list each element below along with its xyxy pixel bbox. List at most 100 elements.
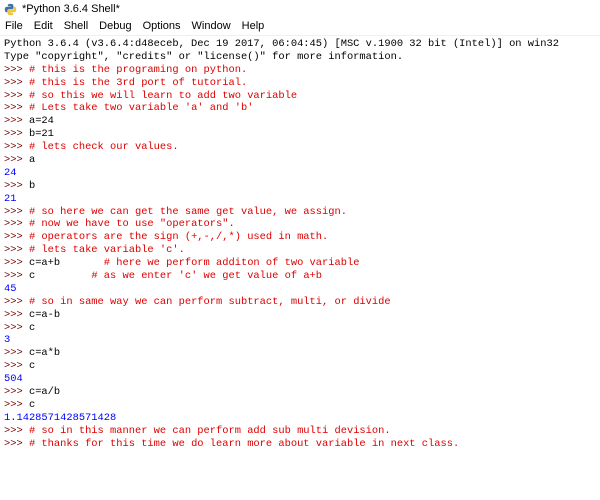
code: a=24 — [28, 115, 54, 128]
output-line: 504 — [4, 373, 600, 386]
input-line: >>> c=a*b — [4, 347, 600, 360]
output-line: 3 — [4, 334, 600, 347]
output-value: 45 — [4, 282, 17, 295]
menu-edit[interactable]: Edit — [29, 18, 59, 35]
output-value: 3 — [4, 334, 11, 347]
input-line: >>> # thanks for this time we do learn m… — [4, 438, 600, 451]
comment: # this is the 3rd port of tutorial. — [28, 76, 248, 89]
input-line: >>> c=a+b # here we perform additon of t… — [4, 257, 600, 270]
input-line: >>> b=21 — [4, 128, 600, 141]
input-line: >>> c — [4, 322, 600, 335]
input-line: >>> # operators are the sign (+,-,/,*) u… — [4, 231, 600, 244]
code: c — [28, 321, 36, 334]
comment: # lets check our values. — [28, 141, 179, 154]
prompt: >>> — [4, 115, 29, 128]
input-line: >>> a=24 — [4, 115, 600, 128]
menu-file[interactable]: File — [0, 18, 29, 35]
input-line: >>> # lets take variable 'c'. — [4, 244, 600, 257]
input-line: >>> # now we have to use "operators". — [4, 218, 600, 231]
prompt: >>> — [4, 347, 29, 360]
banner-text: Type "copyright", "credits" or "license(… — [4, 50, 404, 63]
menu-debug[interactable]: Debug — [94, 18, 137, 35]
comment: # thanks for this time we do learn more … — [28, 437, 460, 450]
code: c — [28, 398, 36, 411]
prompt: >>> — [4, 321, 29, 334]
code: c=a*b — [28, 347, 61, 360]
code: c=a-b — [28, 308, 61, 321]
input-line: >>> c — [4, 399, 600, 412]
code: a — [28, 154, 36, 167]
input-line: >>> # so in same way we can perform subt… — [4, 296, 600, 309]
code: c=a+b — [28, 257, 104, 270]
code: c — [28, 360, 36, 373]
input-line: >>> # so this we will learn to add two v… — [4, 90, 600, 103]
output-line: 21 — [4, 193, 600, 206]
input-line: >>> # this is the programing on python. — [4, 64, 600, 77]
comment: # so in same way we can perform subtract… — [28, 295, 391, 308]
menu-help[interactable]: Help — [237, 18, 271, 35]
prompt: >>> — [4, 398, 29, 411]
output-value: 504 — [4, 373, 23, 386]
menu-window[interactable]: Window — [187, 18, 237, 35]
input-line: >>> b — [4, 180, 600, 193]
input-line: >>> # so in this manner we can perform a… — [4, 425, 600, 438]
menu-options[interactable]: Options — [138, 18, 187, 35]
banner-line: Python 3.6.4 (v3.6.4:d48eceb, Dec 19 201… — [4, 38, 600, 51]
comment: # lets take variable 'c'. — [28, 244, 185, 257]
shell-lines: Python 3.6.4 (v3.6.4:d48eceb, Dec 19 201… — [0, 36, 600, 451]
window-title: *Python 3.6.4 Shell* — [22, 3, 120, 15]
prompt: >>> — [4, 154, 29, 167]
output-line: 24 — [4, 167, 600, 180]
banner-line: Type "copyright", "credits" or "license(… — [4, 51, 600, 64]
input-line: >>> c — [4, 360, 600, 373]
input-line: >>> c=a-b — [4, 309, 600, 322]
code: c=a/b — [28, 386, 61, 399]
prompt: >>> — [4, 257, 29, 270]
prompt: >>> — [4, 231, 29, 244]
comment: # as we enter 'c' we get value of a+b — [91, 270, 323, 283]
input-line: >>> c=a/b — [4, 386, 600, 399]
prompt: >>> — [4, 141, 29, 154]
output-value: 1.1428571428571428 — [4, 411, 117, 424]
output-value: 24 — [4, 166, 17, 179]
menu-shell[interactable]: Shell — [59, 18, 94, 35]
prompt: >>> — [4, 295, 29, 308]
title-bar[interactable]: *Python 3.6.4 Shell* — [0, 0, 600, 18]
code: b=21 — [28, 128, 54, 141]
code: b — [28, 179, 36, 192]
prompt: >>> — [4, 179, 29, 192]
prompt: >>> — [4, 89, 29, 102]
prompt: >>> — [4, 360, 29, 373]
input-line: >>> c # as we enter 'c' we get value of … — [4, 270, 600, 283]
comment: # operators are the sign (+,-,/,*) used … — [28, 231, 329, 244]
prompt: >>> — [4, 128, 29, 141]
banner-text: Python 3.6.4 (v3.6.4:d48eceb, Dec 19 201… — [4, 38, 559, 50]
shell-text-area[interactable]: Python 3.6.4 (v3.6.4:d48eceb, Dec 19 201… — [0, 36, 600, 500]
prompt: >>> — [4, 218, 29, 231]
prompt: >>> — [4, 424, 29, 437]
input-line: >>> # Lets take two variable 'a' and 'b' — [4, 102, 600, 115]
input-line: >>> # so here we can get the same get va… — [4, 206, 600, 219]
output-line: 45 — [4, 283, 600, 296]
prompt: >>> — [4, 308, 29, 321]
prompt: >>> — [4, 102, 29, 115]
comment: # Lets take two variable 'a' and 'b' — [28, 102, 254, 115]
comment: # here we perform additon of two variabl… — [103, 257, 360, 270]
comment: # this is the programing on python. — [28, 63, 248, 76]
input-line: >>> # this is the 3rd port of tutorial. — [4, 77, 600, 90]
code: c — [28, 270, 92, 283]
input-line: >>> # lets check our values. — [4, 141, 600, 154]
input-line: >>> a — [4, 154, 600, 167]
output-value: 21 — [4, 192, 17, 205]
comment: # so this we will learn to add two varia… — [28, 89, 298, 102]
prompt: >>> — [4, 63, 29, 76]
prompt: >>> — [4, 386, 29, 399]
prompt: >>> — [4, 76, 29, 89]
python-logo-icon — [4, 3, 17, 15]
menu-bar: File Edit Shell Debug Options Window Hel… — [0, 18, 600, 36]
prompt: >>> — [4, 437, 29, 450]
comment: # so here we can get the same get value,… — [28, 205, 347, 218]
comment: # now we have to use "operators". — [28, 218, 235, 231]
output-line: 1.1428571428571428 — [4, 412, 600, 425]
prompt: >>> — [4, 270, 29, 283]
